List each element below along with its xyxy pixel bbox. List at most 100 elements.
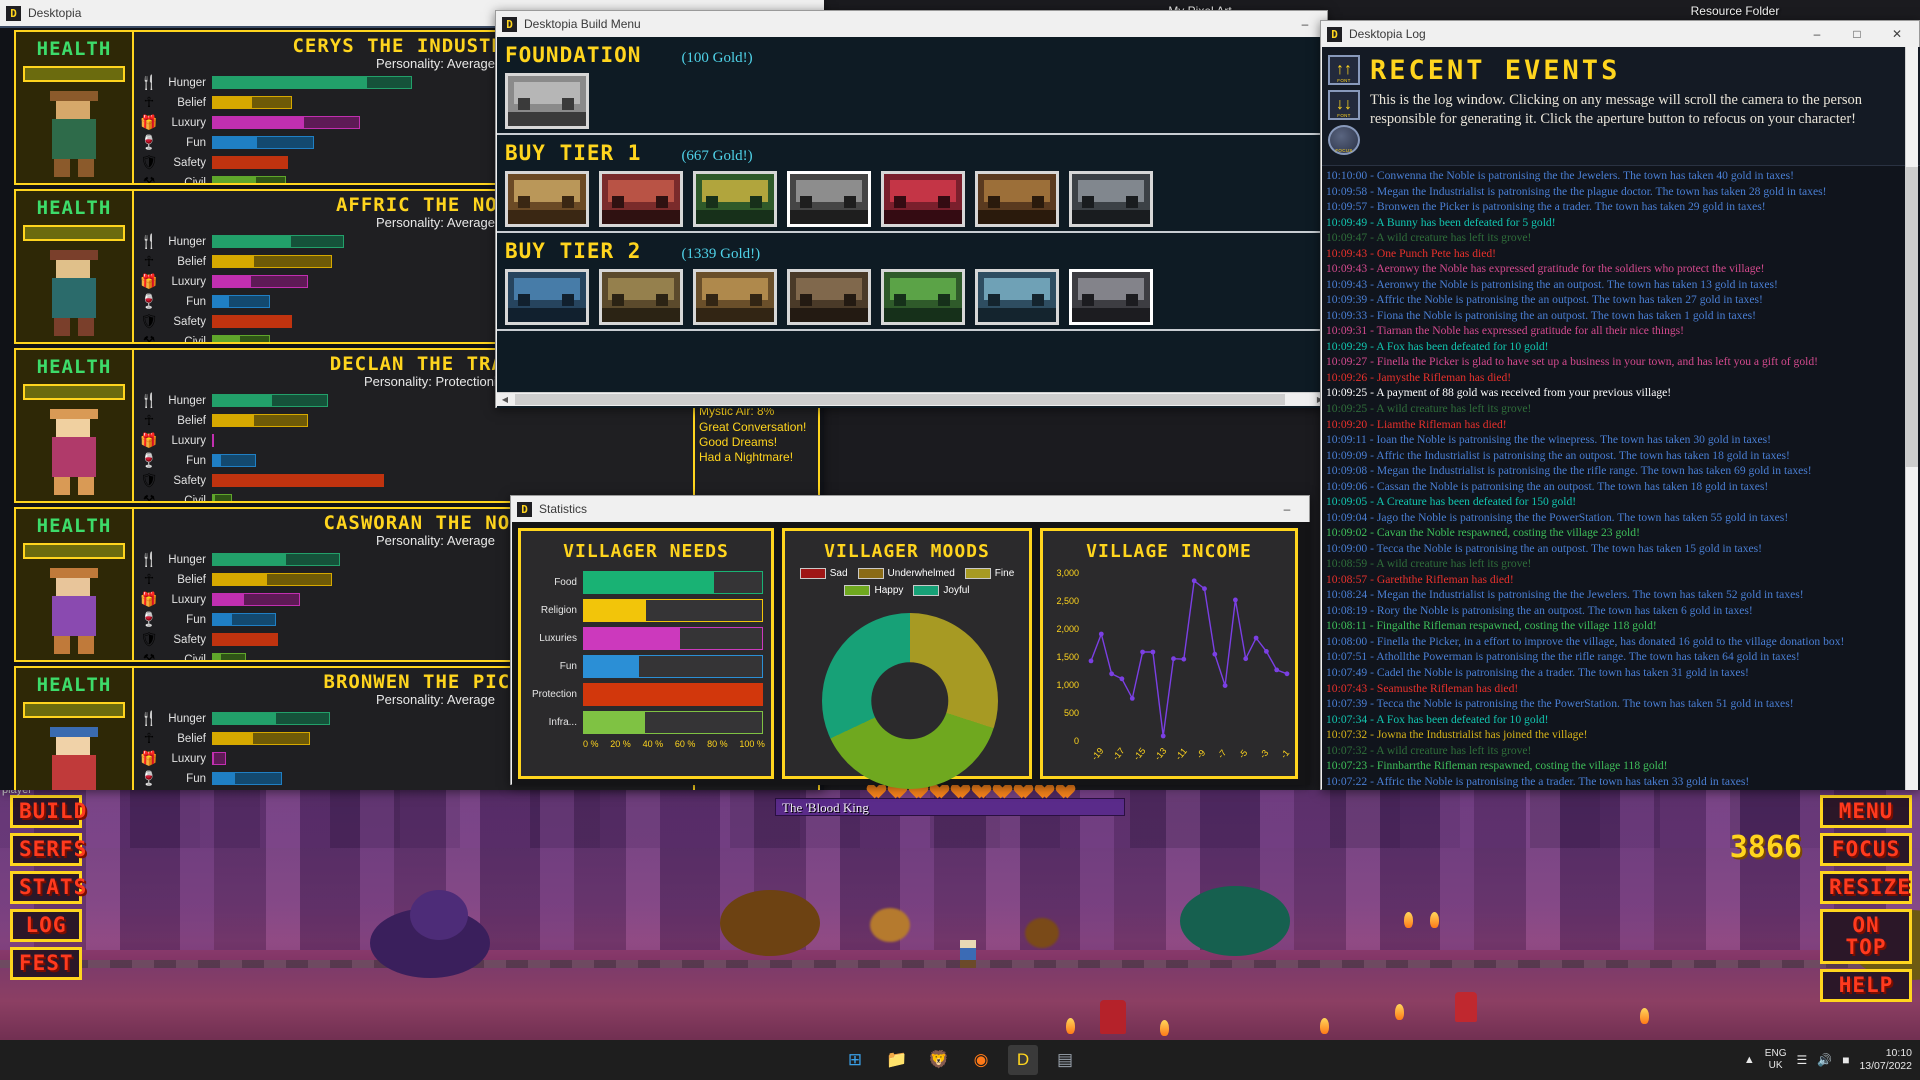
build-item-tavern[interactable] xyxy=(505,171,589,227)
brave-browser-icon[interactable]: 🦁 xyxy=(924,1045,954,1075)
desktopia-icon[interactable]: D xyxy=(1008,1045,1038,1075)
minimize-button[interactable]: – xyxy=(1285,12,1325,37)
log-entry[interactable]: 10:08:57 - Gareththe Rifleman has died! xyxy=(1322,572,1920,588)
scroll-left-icon[interactable]: ◀ xyxy=(497,393,513,406)
log-entry[interactable]: 10:07:32 - A wild creature has left its … xyxy=(1322,743,1920,759)
log-entry[interactable]: 10:07:51 - Athollthe Powerman is patroni… xyxy=(1322,649,1920,665)
log-entry[interactable]: 10:09:08 - Megan the Industrialist is pa… xyxy=(1322,463,1920,479)
minimize-button[interactable]: – xyxy=(1797,22,1837,47)
log-entry[interactable]: 10:07:49 - Cadel the Noble is patronisin… xyxy=(1322,665,1920,681)
hud-resize-button[interactable]: RESIZE xyxy=(1820,871,1912,905)
hud-menu-button[interactable]: MENU xyxy=(1820,795,1912,829)
log-entry[interactable]: 10:08:11 - Fingalthe Rifleman respawned,… xyxy=(1322,618,1920,634)
statistics-titlebar[interactable]: D Statistics – xyxy=(511,496,1309,522)
build-item-storefront[interactable] xyxy=(599,171,683,227)
log-entry[interactable]: 10:09:11 - Ioan the Noble is patronising… xyxy=(1322,432,1920,448)
hud-on-top-button[interactable]: ON TOP xyxy=(1820,909,1912,965)
hud-log-button[interactable]: LOG xyxy=(10,909,82,943)
log-entry[interactable]: 10:09:58 - Megan the Industrialist is pa… xyxy=(1322,184,1920,200)
language-indicator[interactable]: ENG UK xyxy=(1765,1048,1787,1072)
log-entry[interactable]: 10:09:20 - Liamthe Rifleman has died! xyxy=(1322,417,1920,433)
build-item-market-stall[interactable] xyxy=(693,171,777,227)
legend-label: Sad xyxy=(829,568,848,579)
log-entry[interactable]: 10:09:27 - Finella the Picker is glad to… xyxy=(1322,354,1920,370)
media-icon[interactable]: ▤ xyxy=(1050,1045,1080,1075)
build-menu-hscrollbar[interactable]: ◀ ▶ xyxy=(497,392,1328,406)
build-item-row xyxy=(505,73,1328,129)
hud-help-button[interactable]: HELP xyxy=(1820,969,1912,1003)
log-entry[interactable]: 10:09:25 - A payment of 88 gold was rece… xyxy=(1322,385,1920,401)
start-button[interactable]: ⊞ xyxy=(840,1045,870,1075)
build-item-tier2-shop[interactable] xyxy=(505,269,589,325)
log-entry[interactable]: 10:10:00 - Conwenna the Noble is patroni… xyxy=(1322,168,1920,184)
network-icon[interactable]: ☰ xyxy=(1796,1053,1807,1067)
close-button[interactable]: ✕ xyxy=(1877,22,1917,47)
log-entry[interactable]: 10:07:43 - Seamusthe Rifleman has died! xyxy=(1322,681,1920,697)
build-item-tier2-inn[interactable] xyxy=(693,269,777,325)
build-item-bunker[interactable] xyxy=(1069,171,1153,227)
build-item-tier2-hall[interactable] xyxy=(599,269,683,325)
log-entry[interactable]: 10:08:24 - Megan the Industrialist is pa… xyxy=(1322,587,1920,603)
log-scrollbar[interactable] xyxy=(1905,47,1918,790)
build-menu-titlebar[interactable]: D Desktopia Build Menu – xyxy=(496,11,1327,37)
build-item-house[interactable] xyxy=(975,171,1059,227)
log-entry[interactable]: 10:07:32 - Jowna the Industrialist has j… xyxy=(1322,727,1920,743)
firefox-icon[interactable]: ◉ xyxy=(966,1045,996,1075)
log-entry[interactable]: 10:09:57 - Bronwen the Picker is patroni… xyxy=(1322,199,1920,215)
scrollbar-thumb[interactable] xyxy=(1905,167,1918,467)
scroll-down-icon[interactable]: ↓↓ FONT xyxy=(1328,90,1360,120)
scroll-up-icon[interactable]: ↑↑ FONT xyxy=(1328,55,1360,85)
log-entry[interactable]: 10:07:34 - A Fox has been defeated for 1… xyxy=(1322,712,1920,728)
log-entry[interactable]: 10:09:33 - Fiona the Noble is patronisin… xyxy=(1322,308,1920,324)
log-entry[interactable]: 10:08:19 - Rory the Noble is patronising… xyxy=(1322,603,1920,619)
log-entry[interactable]: 10:09:31 - Tiarnan the Noble has express… xyxy=(1322,323,1920,339)
hud-fest-button[interactable]: FEST xyxy=(10,947,82,981)
hud-focus-button[interactable]: FOCUS xyxy=(1820,833,1912,867)
log-entry[interactable]: 10:09:43 - One Punch Pete has died! xyxy=(1322,246,1920,262)
clock[interactable]: 10:10 13/07/2022 xyxy=(1859,1047,1912,1072)
file-explorer-icon[interactable]: 📁 xyxy=(882,1045,912,1075)
hud-stats-button[interactable]: STATS xyxy=(10,871,86,905)
log-entry[interactable]: 10:09:47 - A wild creature has left its … xyxy=(1322,230,1920,246)
maximize-button[interactable]: □ xyxy=(1837,22,1877,47)
build-item-theatre[interactable] xyxy=(881,171,965,227)
log-entry[interactable]: 10:09:43 - Aeronwy the Noble is patronis… xyxy=(1322,277,1920,293)
build-item-tier2-clinic[interactable] xyxy=(975,269,1059,325)
battery-icon[interactable]: ■ xyxy=(1842,1053,1849,1067)
log-entry[interactable]: 10:07:23 - Finnbarrthe Rifleman respawne… xyxy=(1322,758,1920,774)
log-entry[interactable]: 10:08:59 - A wild creature has left its … xyxy=(1322,556,1920,572)
scrollbar-thumb[interactable] xyxy=(515,394,1285,405)
chevron-up-icon[interactable]: ▲ xyxy=(1744,1054,1755,1066)
log-entry[interactable]: 10:07:39 - Tecca the Noble is patronisin… xyxy=(1322,696,1920,712)
build-item-tier2-bank[interactable] xyxy=(1069,269,1153,325)
focus-aperture-icon[interactable]: FOCUS xyxy=(1328,125,1360,155)
hud-serfs-button[interactable]: SERFS xyxy=(10,833,86,867)
log-titlebar[interactable]: D Desktopia Log – □ ✕ xyxy=(1321,21,1919,47)
hud-right-buttons: MENU FOCUS RESIZE ON TOP HELP xyxy=(1820,795,1912,1007)
build-item-tier2-garden[interactable] xyxy=(881,269,965,325)
desktop-icon-resource-folder[interactable]: Resource Folder xyxy=(1680,4,1790,18)
log-entry[interactable]: 10:09:02 - Cavan the Noble respawned, co… xyxy=(1322,525,1920,541)
log-entry[interactable]: 10:07:16 - Lady Digitalis respawned, cos… xyxy=(1322,789,1920,790)
log-entry-list[interactable]: 10:10:00 - Conwenna the Noble is patroni… xyxy=(1322,166,1920,790)
log-entry[interactable]: 10:09:04 - Jago the Noble is patronising… xyxy=(1322,510,1920,526)
log-entry[interactable]: 10:09:25 - A wild creature has left its … xyxy=(1322,401,1920,417)
log-entry[interactable]: 10:09:09 - Affric the Industrialist is p… xyxy=(1322,448,1920,464)
need-bar xyxy=(212,772,282,785)
build-item-foundation-sign[interactable] xyxy=(505,73,589,129)
build-item-tier2-depot[interactable] xyxy=(787,269,871,325)
log-entry[interactable]: 10:09:39 - Affric the Noble is patronisi… xyxy=(1322,292,1920,308)
log-entry[interactable]: 10:09:43 - Aeronwy the Noble has express… xyxy=(1322,261,1920,277)
log-entry[interactable]: 10:09:49 - A Bunny has been defeated for… xyxy=(1322,215,1920,231)
log-entry[interactable]: 10:09:26 - Jamysthe Rifleman has died! xyxy=(1322,370,1920,386)
volume-icon[interactable]: 🔊 xyxy=(1817,1053,1832,1067)
minimize-button[interactable]: – xyxy=(1267,497,1307,522)
log-entry[interactable]: 10:09:06 - Cassan the Noble is patronisi… xyxy=(1322,479,1920,495)
log-entry[interactable]: 10:09:29 - A Fox has been defeated for 1… xyxy=(1322,339,1920,355)
log-entry[interactable]: 10:09:00 - Tecca the Noble is patronisin… xyxy=(1322,541,1920,557)
build-item-workshop[interactable] xyxy=(787,171,871,227)
hud-build-button[interactable]: BUILD xyxy=(10,795,86,829)
log-entry[interactable]: 10:07:22 - Affric the Noble is patronisi… xyxy=(1322,774,1920,790)
log-entry[interactable]: 10:09:05 - A Creature has been defeated … xyxy=(1322,494,1920,510)
log-entry[interactable]: 10:08:00 - Finella the Picker, in a effo… xyxy=(1322,634,1920,650)
